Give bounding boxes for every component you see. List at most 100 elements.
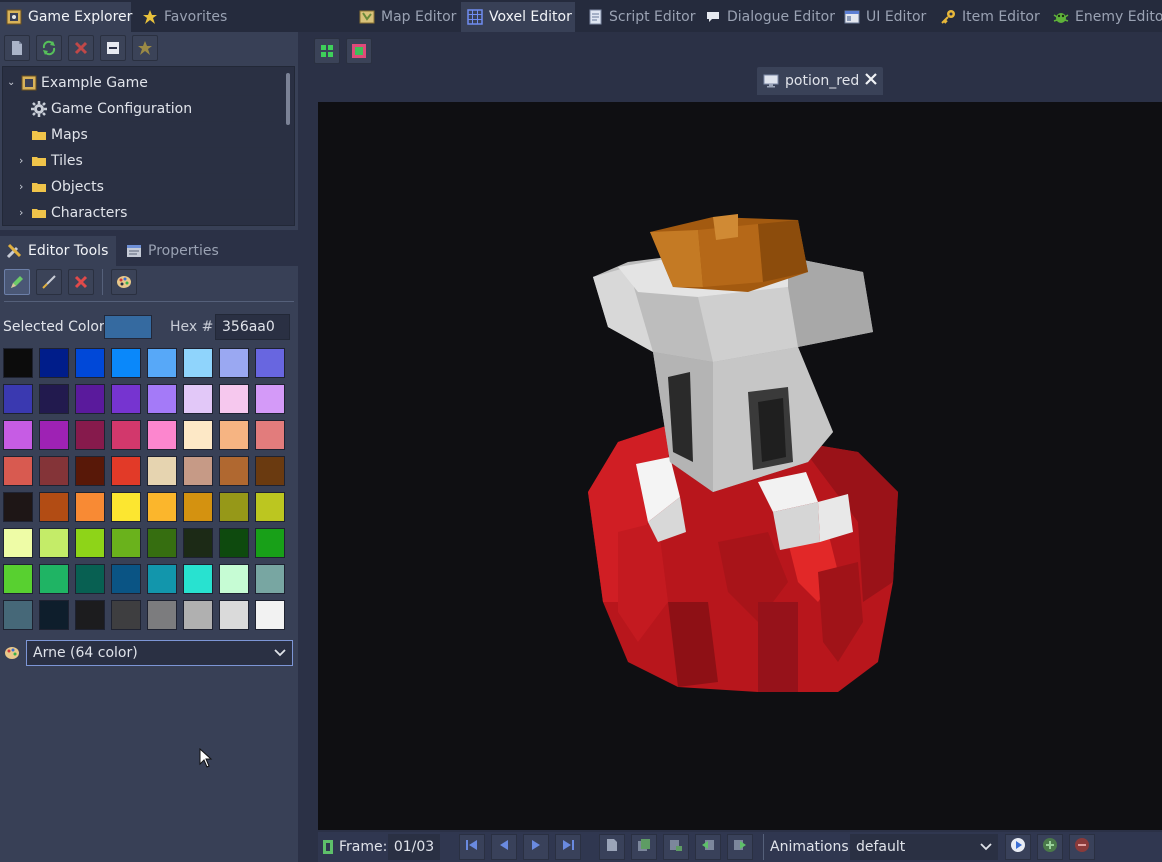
brush-tool-button[interactable]: [36, 269, 62, 295]
palette-swatch[interactable]: [3, 456, 33, 486]
palette-swatch[interactable]: [219, 420, 249, 450]
tab-ui-editor[interactable]: UI Editor: [838, 2, 928, 32]
move-frame-left-button[interactable]: [695, 834, 721, 860]
palette-swatch[interactable]: [111, 564, 141, 594]
first-frame-button[interactable]: [459, 834, 485, 860]
prev-frame-button[interactable]: [491, 834, 517, 860]
play-animation-button[interactable]: [1005, 834, 1031, 860]
palette-swatch[interactable]: [39, 348, 69, 378]
palette-swatch[interactable]: [111, 456, 141, 486]
chevron-right-icon[interactable]: ›: [19, 154, 27, 167]
palette-swatch[interactable]: [111, 528, 141, 558]
palette-swatch[interactable]: [183, 528, 213, 558]
delete-frame-button[interactable]: [663, 834, 689, 860]
palette-swatch[interactable]: [255, 492, 285, 522]
palette-swatch[interactable]: [39, 456, 69, 486]
move-frame-right-button[interactable]: [727, 834, 753, 860]
palette-select[interactable]: Arne (64 color): [26, 640, 293, 666]
hex-input[interactable]: [215, 314, 290, 340]
palette-swatch[interactable]: [39, 528, 69, 558]
palette-swatch[interactable]: [219, 564, 249, 594]
palette-swatch[interactable]: [39, 564, 69, 594]
palette-swatch[interactable]: [255, 420, 285, 450]
favorite-button[interactable]: [132, 35, 158, 61]
palette-swatch[interactable]: [75, 456, 105, 486]
palette-swatch[interactable]: [3, 420, 33, 450]
palette-swatch[interactable]: [255, 600, 285, 630]
tab-favorites[interactable]: Favorites: [136, 2, 236, 32]
palette-swatch[interactable]: [183, 600, 213, 630]
palette-swatch[interactable]: [75, 564, 105, 594]
duplicate-frame-button[interactable]: [631, 834, 657, 860]
add-animation-button[interactable]: [1037, 834, 1063, 860]
palette-swatch[interactable]: [147, 564, 177, 594]
tab-voxel-editor[interactable]: Voxel Editor: [461, 2, 575, 32]
file-tab-potion-red[interactable]: potion_red: [757, 67, 883, 95]
tab-item-editor[interactable]: Item Editor: [934, 2, 1044, 32]
tree-item-maps[interactable]: Maps: [31, 122, 274, 148]
palette-swatch[interactable]: [3, 564, 33, 594]
tree-item-objects[interactable]: › Objects: [19, 174, 274, 200]
palette-swatch[interactable]: [39, 384, 69, 414]
tab-dialogue-editor[interactable]: Dialogue Editor: [699, 2, 835, 32]
chevron-right-icon[interactable]: ›: [19, 206, 27, 219]
tree-scrollbar[interactable]: [286, 73, 290, 125]
palette-swatch[interactable]: [255, 528, 285, 558]
palette-swatch[interactable]: [255, 348, 285, 378]
palette-swatch[interactable]: [147, 384, 177, 414]
palette-swatch[interactable]: [39, 420, 69, 450]
palette-swatch[interactable]: [219, 492, 249, 522]
palette-swatch[interactable]: [3, 492, 33, 522]
new-file-button[interactable]: [4, 35, 30, 61]
palette-swatch[interactable]: [219, 348, 249, 378]
tab-game-explorer[interactable]: Game Explorer: [0, 2, 132, 32]
palette-swatch[interactable]: [111, 348, 141, 378]
collapse-button[interactable]: [100, 35, 126, 61]
palette-swatch[interactable]: [147, 492, 177, 522]
palette-swatch[interactable]: [219, 384, 249, 414]
palette-swatch[interactable]: [219, 456, 249, 486]
animation-select[interactable]: default: [850, 834, 998, 860]
palette-swatch[interactable]: [147, 456, 177, 486]
palette-swatch[interactable]: [3, 600, 33, 630]
palette-swatch[interactable]: [255, 564, 285, 594]
selected-color-swatch[interactable]: [104, 315, 152, 339]
palette-swatch[interactable]: [75, 528, 105, 558]
palette-swatch[interactable]: [3, 348, 33, 378]
color-square-button[interactable]: [346, 38, 372, 64]
next-frame-button[interactable]: [523, 834, 549, 860]
palette-swatch[interactable]: [111, 600, 141, 630]
palette-swatch[interactable]: [219, 528, 249, 558]
palette-swatch[interactable]: [183, 492, 213, 522]
palette-swatch[interactable]: [75, 420, 105, 450]
erase-tool-button[interactable]: [68, 269, 94, 295]
tab-enemy-editor[interactable]: Enemy Editor: [1047, 2, 1162, 32]
grid-toggle-button[interactable]: [314, 38, 340, 64]
palette-swatch[interactable]: [111, 420, 141, 450]
palette-swatch[interactable]: [111, 492, 141, 522]
palette-swatch[interactable]: [75, 384, 105, 414]
palette-swatch[interactable]: [3, 384, 33, 414]
tree-item-game-configuration[interactable]: Game Configuration: [31, 96, 274, 122]
tree-item-characters[interactable]: › Characters: [19, 200, 274, 225]
palette-swatch[interactable]: [111, 384, 141, 414]
tab-map-editor[interactable]: Map Editor: [353, 2, 457, 32]
voxel-viewport[interactable]: [318, 102, 1162, 830]
palette-swatch[interactable]: [183, 456, 213, 486]
palette-swatch[interactable]: [147, 528, 177, 558]
palette-swatch[interactable]: [39, 492, 69, 522]
tab-properties[interactable]: Properties: [120, 236, 220, 266]
palette-swatch[interactable]: [255, 456, 285, 486]
refresh-button[interactable]: [36, 35, 62, 61]
palette-swatch[interactable]: [147, 420, 177, 450]
palette-swatch[interactable]: [75, 600, 105, 630]
tree-item-tiles[interactable]: › Tiles: [19, 148, 274, 174]
delete-button[interactable]: [68, 35, 94, 61]
tree-item-example-game[interactable]: ⌄ Example Game: [7, 70, 274, 96]
tab-script-editor[interactable]: Script Editor: [581, 2, 696, 32]
new-frame-button[interactable]: [599, 834, 625, 860]
tab-editor-tools[interactable]: Editor Tools: [0, 236, 116, 266]
palette-tool-button[interactable]: [111, 269, 137, 295]
palette-swatch[interactable]: [183, 384, 213, 414]
last-frame-button[interactable]: [555, 834, 581, 860]
